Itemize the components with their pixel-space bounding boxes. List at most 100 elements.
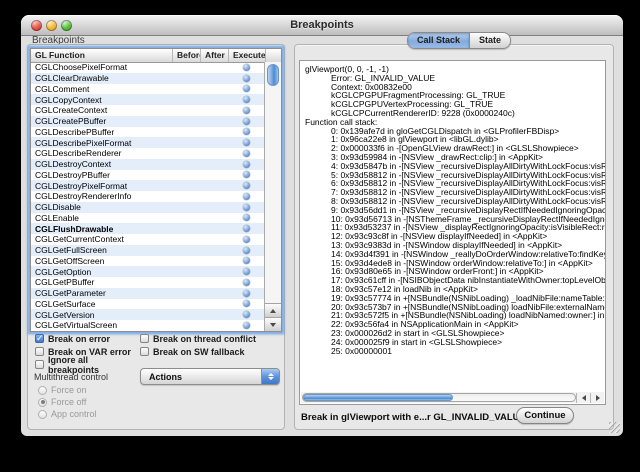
execute-breakpoint-orb-icon[interactable] (243, 300, 250, 307)
execute-breakpoint-orb-icon[interactable] (243, 161, 250, 168)
break-on-error-checkbox[interactable]: Break on error (35, 334, 140, 344)
execute-breakpoint-orb-icon[interactable] (243, 182, 250, 189)
scroll-down-button[interactable] (265, 317, 281, 331)
force-on-radio[interactable]: Force on (38, 384, 97, 396)
tab-call-stack[interactable]: Call Stack (408, 33, 469, 48)
checkbox-label: Break on error (48, 334, 110, 344)
break-on-sw-fallback-checkbox[interactable]: Break on SW fallback (140, 347, 245, 357)
table-row[interactable]: CGLDestroyPBuffer (31, 170, 265, 181)
column-header-gl-function[interactable]: GL Function (31, 49, 172, 62)
table-row[interactable]: CGLDestroyContext (31, 159, 265, 170)
table-row[interactable]: CGLDescribePixelFormat (31, 137, 265, 148)
execute-breakpoint-orb-icon[interactable] (243, 118, 250, 125)
title-bar[interactable]: Breakpoints (21, 15, 623, 36)
continue-button[interactable]: Continue (516, 407, 574, 424)
table-row[interactable]: CGLClearDrawable (31, 73, 265, 84)
execute-breakpoint-orb-icon[interactable] (243, 204, 250, 211)
gl-function-name: CGLDescribePBuffer (31, 127, 172, 137)
execute-breakpoint-orb-icon[interactable] (243, 236, 250, 243)
execute-breakpoint-orb-icon[interactable] (243, 225, 250, 232)
minimize-button-icon[interactable] (46, 20, 57, 31)
table-row[interactable]: CGLGetSurface (31, 299, 265, 310)
column-header-execute[interactable]: Execute (228, 49, 265, 62)
break-on-thread-conflict-checkbox[interactable]: Break on thread conflict (140, 334, 256, 344)
execute-breakpoint-orb-icon[interactable] (243, 64, 250, 71)
execute-breakpoint-orb-icon[interactable] (243, 290, 250, 297)
force-off-radio[interactable]: Force off (38, 396, 97, 408)
execute-breakpoint-orb-icon[interactable] (243, 322, 250, 329)
tab-state[interactable]: State (469, 33, 510, 48)
checkbox-icon[interactable] (140, 334, 149, 343)
gl-function-table[interactable]: GL Function Before After Execute CGLChoo… (30, 48, 282, 332)
horizontal-scrollbar[interactable] (301, 392, 604, 403)
column-header-after[interactable]: After (200, 49, 228, 62)
multithread-radio-group: Force on Force off App control (38, 384, 97, 420)
table-row[interactable]: CGLGetFullScreen (31, 245, 265, 256)
close-button-icon[interactable] (31, 20, 42, 31)
table-row[interactable]: CGLCreateContext (31, 105, 265, 116)
execute-breakpoint-orb-icon[interactable] (243, 193, 250, 200)
execute-breakpoint-orb-icon[interactable] (243, 279, 250, 286)
radio-icon[interactable] (38, 386, 47, 395)
table-row[interactable]: CGLGetPBuffer (31, 277, 265, 288)
execute-breakpoint-orb-icon[interactable] (243, 268, 250, 275)
execute-breakpoint-orb-icon[interactable] (243, 139, 250, 146)
execute-breakpoint-orb-icon[interactable] (243, 128, 250, 135)
table-row[interactable]: CGLDisable (31, 202, 265, 213)
vertical-scrollbar[interactable] (264, 62, 281, 331)
checkbox-icon[interactable] (35, 347, 44, 356)
table-row[interactable]: CGLDestroyPixelFormat (31, 180, 265, 191)
table-row[interactable]: CGLChoosePixelFormat (31, 62, 265, 73)
table-row[interactable]: CGLGetCurrentContext (31, 234, 265, 245)
table-row[interactable]: CGLGetVersion (31, 309, 265, 320)
horizontal-scrollbar-thumb[interactable] (303, 394, 453, 401)
table-row[interactable]: CGLCopyContext (31, 94, 265, 105)
table-row[interactable]: CGLFlushDrawable (31, 223, 265, 234)
execute-breakpoint-orb-icon[interactable] (243, 150, 250, 157)
call-stack-view[interactable]: glViewport(0, 0, -1, -1)Error: GL_INVALI… (299, 60, 606, 405)
call-stack-line: 25: 0x00000001 (305, 347, 603, 356)
table-row[interactable]: CGLEnable (31, 213, 265, 224)
multithread-control-label: Multithread control (34, 372, 108, 382)
horizontal-scrollbar-track[interactable] (302, 393, 576, 402)
gl-function-name: CGLDestroyContext (31, 159, 172, 169)
table-row[interactable]: CGLDescribePBuffer (31, 127, 265, 138)
execute-cell (228, 300, 265, 307)
column-header-before[interactable]: Before (172, 49, 200, 62)
table-row[interactable]: CGLGetParameter (31, 288, 265, 299)
execute-breakpoint-orb-icon[interactable] (243, 257, 250, 264)
table-row[interactable]: CGLGetOption (31, 266, 265, 277)
app-control-radio[interactable]: App control (38, 408, 97, 420)
execute-breakpoint-orb-icon[interactable] (243, 75, 250, 82)
table-row[interactable]: CGLCreatePBuffer (31, 116, 265, 127)
scroll-up-button[interactable] (265, 303, 281, 317)
execute-breakpoint-orb-icon[interactable] (243, 85, 250, 92)
execute-breakpoint-orb-icon[interactable] (243, 247, 250, 254)
checkbox-icon[interactable] (35, 334, 44, 343)
resize-grip-icon[interactable] (609, 422, 620, 433)
scroll-right-button[interactable] (590, 393, 604, 403)
gl-function-name: CGLGetParameter (31, 288, 172, 298)
vertical-scrollbar-thumb[interactable] (267, 64, 279, 86)
execute-breakpoint-orb-icon[interactable] (243, 214, 250, 221)
zoom-button-icon[interactable] (61, 20, 72, 31)
checkbox-icon[interactable] (35, 360, 44, 369)
actions-dropdown[interactable]: Actions (140, 368, 280, 385)
table-row[interactable]: CGLGetOffScreen (31, 256, 265, 267)
execute-breakpoint-orb-icon[interactable] (243, 96, 250, 103)
table-row[interactable]: CGLComment (31, 84, 265, 95)
execute-breakpoint-orb-icon[interactable] (243, 311, 250, 318)
execute-cell (228, 257, 265, 264)
actions-dropdown-value: Actions (141, 372, 261, 382)
table-row[interactable]: CGLDescribeRenderer (31, 148, 265, 159)
table-row[interactable]: CGLDestroyRendererInfo (31, 191, 265, 202)
radio-icon[interactable] (38, 410, 47, 419)
execute-breakpoint-orb-icon[interactable] (243, 107, 250, 114)
execute-breakpoint-orb-icon[interactable] (243, 171, 250, 178)
radio-icon[interactable] (38, 398, 47, 407)
scroll-left-button[interactable] (576, 393, 590, 403)
gl-function-name: CGLGetCurrentContext (31, 234, 172, 244)
execute-cell (228, 161, 265, 168)
table-row[interactable]: CGLGetVirtualScreen (31, 320, 265, 331)
checkbox-icon[interactable] (140, 347, 149, 356)
